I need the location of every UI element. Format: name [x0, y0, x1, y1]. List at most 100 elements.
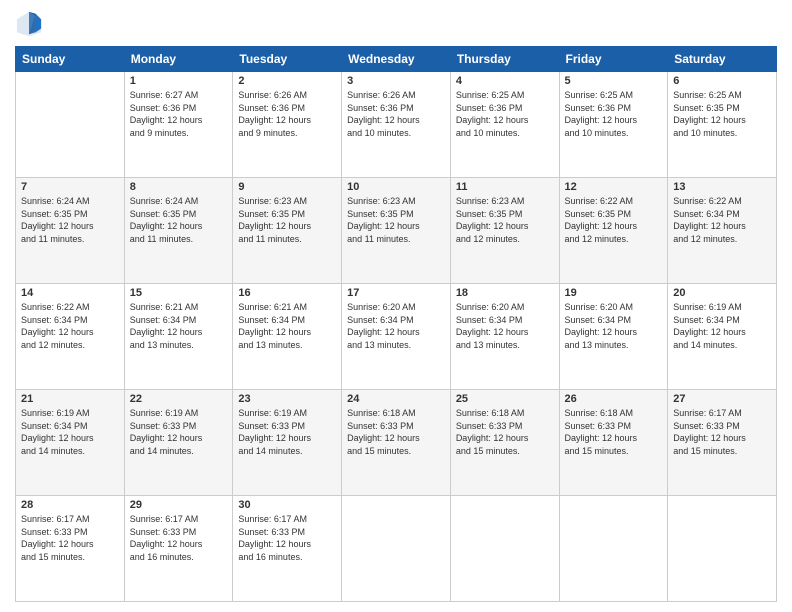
day-info: Sunrise: 6:19 AM Sunset: 6:34 PM Dayligh…: [21, 407, 119, 457]
day-number: 6: [673, 75, 771, 87]
day-info: Sunrise: 6:20 AM Sunset: 6:34 PM Dayligh…: [456, 301, 554, 351]
day-info: Sunrise: 6:19 AM Sunset: 6:33 PM Dayligh…: [130, 407, 228, 457]
day-info: Sunrise: 6:24 AM Sunset: 6:35 PM Dayligh…: [21, 195, 119, 245]
calendar-week-3: 14 Sunrise: 6:22 AM Sunset: 6:34 PM Dayli…: [16, 284, 777, 390]
day-info: Sunrise: 6:21 AM Sunset: 6:34 PM Dayligh…: [238, 301, 336, 351]
day-info: Sunrise: 6:18 AM Sunset: 6:33 PM Dayligh…: [456, 407, 554, 457]
calendar-cell: 22Sunrise: 6:19 AM Sunset: 6:33 PM Dayli…: [124, 390, 233, 496]
calendar-cell: 26 Sunrise: 6:18 AM Sunset: 6:33 PM Dayli…: [559, 390, 668, 496]
day-info: Sunrise: 6:23 AM Sunset: 6:35 PM Dayligh…: [347, 195, 445, 245]
day-info: Sunrise: 6:24 AM Sunset: 6:35 PM Dayligh…: [130, 195, 228, 245]
day-number: 29: [130, 499, 228, 511]
day-number: 25: [456, 393, 554, 405]
day-number: 19: [565, 287, 663, 299]
day-info: Sunrise: 6:19 AM Sunset: 6:33 PM Dayligh…: [238, 407, 336, 457]
day-info: Sunrise: 6:22 AM Sunset: 6:35 PM Dayligh…: [565, 195, 663, 245]
day-number: 16: [238, 287, 336, 299]
logo-icon: [15, 10, 43, 38]
day-number: 9: [238, 181, 336, 193]
day-number: 4: [456, 75, 554, 87]
day-number: 7: [21, 181, 119, 193]
day-info: Sunrise: 6:22 AM Sunset: 6:34 PM Dayligh…: [673, 195, 771, 245]
calendar-cell: 16 Sunrise: 6:21 AM Sunset: 6:34 PM Dayli…: [233, 284, 342, 390]
day-info: Sunrise: 6:25 AM Sunset: 6:35 PM Dayligh…: [673, 89, 771, 139]
day-info: Sunrise: 6:25 AM Sunset: 6:36 PM Dayligh…: [456, 89, 554, 139]
day-info: Sunrise: 6:23 AM Sunset: 6:35 PM Dayligh…: [238, 195, 336, 245]
day-info: Sunrise: 6:20 AM Sunset: 6:34 PM Dayligh…: [565, 301, 663, 351]
calendar-header-friday: Friday: [559, 47, 668, 72]
calendar-cell: 23 Sunrise: 6:19 AM Sunset: 6:33 PM Dayli…: [233, 390, 342, 496]
day-number: 24: [347, 393, 445, 405]
calendar-cell: 12 Sunrise: 6:22 AM Sunset: 6:35 PM Dayli…: [559, 178, 668, 284]
day-number: 18: [456, 287, 554, 299]
day-info: Sunrise: 6:17 AM Sunset: 6:33 PM Dayligh…: [21, 513, 119, 563]
day-number: 26: [565, 393, 663, 405]
calendar-cell: 21Sunrise: 6:19 AM Sunset: 6:34 PM Dayli…: [16, 390, 125, 496]
calendar-cell: 15Sunrise: 6:21 AM Sunset: 6:34 PM Dayli…: [124, 284, 233, 390]
calendar-cell: 8Sunrise: 6:24 AM Sunset: 6:35 PM Daylig…: [124, 178, 233, 284]
calendar-header-row: SundayMondayTuesdayWednesdayThursdayFrid…: [16, 47, 777, 72]
calendar-header-tuesday: Tuesday: [233, 47, 342, 72]
day-info: Sunrise: 6:22 AM Sunset: 6:34 PM Dayligh…: [21, 301, 119, 351]
day-number: 23: [238, 393, 336, 405]
calendar-cell: 17 Sunrise: 6:20 AM Sunset: 6:34 PM Dayli…: [342, 284, 451, 390]
calendar-cell: 25 Sunrise: 6:18 AM Sunset: 6:33 PM Dayli…: [450, 390, 559, 496]
logo: [15, 10, 47, 38]
day-number: 3: [347, 75, 445, 87]
day-info: Sunrise: 6:20 AM Sunset: 6:34 PM Dayligh…: [347, 301, 445, 351]
calendar: SundayMondayTuesdayWednesdayThursdayFrid…: [15, 46, 777, 602]
calendar-cell: 6 Sunrise: 6:25 AM Sunset: 6:35 PM Daylig…: [668, 72, 777, 178]
day-number: 14: [21, 287, 119, 299]
day-info: Sunrise: 6:18 AM Sunset: 6:33 PM Dayligh…: [565, 407, 663, 457]
calendar-cell: 14 Sunrise: 6:22 AM Sunset: 6:34 PM Dayli…: [16, 284, 125, 390]
calendar-cell: [559, 496, 668, 602]
day-number: 17: [347, 287, 445, 299]
calendar-header-saturday: Saturday: [668, 47, 777, 72]
day-info: Sunrise: 6:17 AM Sunset: 6:33 PM Dayligh…: [673, 407, 771, 457]
calendar-cell: 13 Sunrise: 6:22 AM Sunset: 6:34 PM Dayli…: [668, 178, 777, 284]
calendar-header-thursday: Thursday: [450, 47, 559, 72]
calendar-week-5: 28 Sunrise: 6:17 AM Sunset: 6:33 PM Dayli…: [16, 496, 777, 602]
day-number: 27: [673, 393, 771, 405]
calendar-cell: 1 Sunrise: 6:27 AM Sunset: 6:36 PM Daylig…: [124, 72, 233, 178]
calendar-cell: 3 Sunrise: 6:26 AM Sunset: 6:36 PM Daylig…: [342, 72, 451, 178]
day-info: Sunrise: 6:19 AM Sunset: 6:34 PM Dayligh…: [673, 301, 771, 351]
calendar-cell: 5 Sunrise: 6:25 AM Sunset: 6:36 PM Daylig…: [559, 72, 668, 178]
day-number: 12: [565, 181, 663, 193]
day-number: 11: [456, 181, 554, 193]
header: [15, 10, 777, 38]
day-number: 5: [565, 75, 663, 87]
day-number: 1: [130, 75, 228, 87]
calendar-header-monday: Monday: [124, 47, 233, 72]
calendar-cell: 28 Sunrise: 6:17 AM Sunset: 6:33 PM Dayli…: [16, 496, 125, 602]
calendar-cell: 18 Sunrise: 6:20 AM Sunset: 6:34 PM Dayli…: [450, 284, 559, 390]
calendar-cell: 19 Sunrise: 6:20 AM Sunset: 6:34 PM Dayli…: [559, 284, 668, 390]
day-number: 28: [21, 499, 119, 511]
page: SundayMondayTuesdayWednesdayThursdayFrid…: [0, 0, 792, 612]
day-info: Sunrise: 6:25 AM Sunset: 6:36 PM Dayligh…: [565, 89, 663, 139]
calendar-cell: 20 Sunrise: 6:19 AM Sunset: 6:34 PM Dayli…: [668, 284, 777, 390]
calendar-cell: 11 Sunrise: 6:23 AM Sunset: 6:35 PM Dayli…: [450, 178, 559, 284]
calendar-header-wednesday: Wednesday: [342, 47, 451, 72]
day-number: 10: [347, 181, 445, 193]
calendar-week-4: 21Sunrise: 6:19 AM Sunset: 6:34 PM Dayli…: [16, 390, 777, 496]
day-info: Sunrise: 6:26 AM Sunset: 6:36 PM Dayligh…: [238, 89, 336, 139]
calendar-cell: [450, 496, 559, 602]
day-info: Sunrise: 6:21 AM Sunset: 6:34 PM Dayligh…: [130, 301, 228, 351]
calendar-header-sunday: Sunday: [16, 47, 125, 72]
day-number: 13: [673, 181, 771, 193]
day-number: 2: [238, 75, 336, 87]
day-number: 20: [673, 287, 771, 299]
day-info: Sunrise: 6:18 AM Sunset: 6:33 PM Dayligh…: [347, 407, 445, 457]
calendar-week-2: 7 Sunrise: 6:24 AM Sunset: 6:35 PM Daylig…: [16, 178, 777, 284]
day-info: Sunrise: 6:17 AM Sunset: 6:33 PM Dayligh…: [238, 513, 336, 563]
day-number: 30: [238, 499, 336, 511]
calendar-cell: 9 Sunrise: 6:23 AM Sunset: 6:35 PM Daylig…: [233, 178, 342, 284]
day-info: Sunrise: 6:27 AM Sunset: 6:36 PM Dayligh…: [130, 89, 228, 139]
calendar-week-1: 1 Sunrise: 6:27 AM Sunset: 6:36 PM Daylig…: [16, 72, 777, 178]
day-info: Sunrise: 6:23 AM Sunset: 6:35 PM Dayligh…: [456, 195, 554, 245]
calendar-cell: 7 Sunrise: 6:24 AM Sunset: 6:35 PM Daylig…: [16, 178, 125, 284]
day-info: Sunrise: 6:26 AM Sunset: 6:36 PM Dayligh…: [347, 89, 445, 139]
calendar-cell: 24 Sunrise: 6:18 AM Sunset: 6:33 PM Dayli…: [342, 390, 451, 496]
calendar-cell: 29Sunrise: 6:17 AM Sunset: 6:33 PM Dayli…: [124, 496, 233, 602]
